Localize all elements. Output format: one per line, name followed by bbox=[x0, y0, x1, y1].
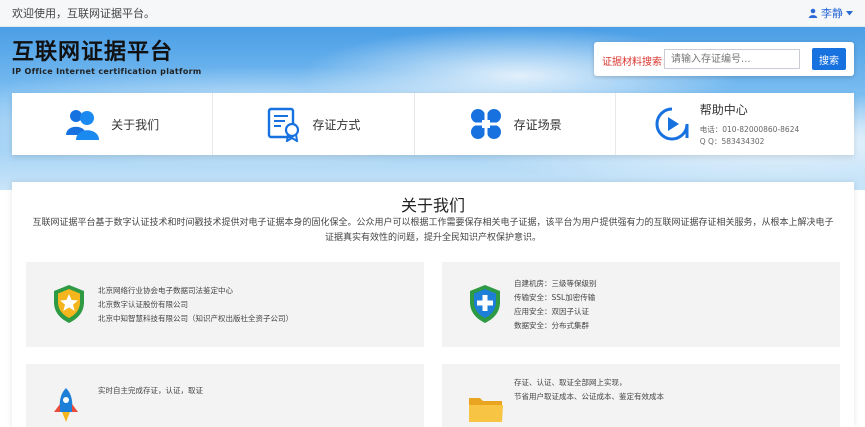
user-icon bbox=[808, 8, 818, 18]
card-line: 应用安全：双因子认证 bbox=[514, 307, 589, 316]
search-panel: 证据材料搜索： 搜索 bbox=[594, 42, 854, 76]
card-online: 存证、认证、取证全部网上实现， 节省用户取证成本、公证成本、鉴定有效成本 bbox=[442, 364, 840, 427]
about-section: 关于我们 互联网证据平台基于数字认证技术和时间戳技术提供对电子证据本身的固化保全… bbox=[12, 182, 854, 427]
card-line: 北京数字认证股份有限公司 bbox=[98, 300, 188, 309]
nav-item-methods[interactable]: 存证方式 bbox=[213, 93, 415, 155]
nav-item-scenarios[interactable]: 存证场景 bbox=[415, 93, 616, 155]
help-phone: 电话：010-82000860-8624 bbox=[699, 124, 800, 134]
help-title: 帮助中心 bbox=[699, 102, 748, 117]
card-line: 存证、认证、取证全部网上实现， bbox=[514, 378, 627, 387]
logo-title: 互联网证据平台 bbox=[12, 39, 174, 65]
shield-star-icon bbox=[54, 285, 84, 323]
card-line: 自建机房：三级等保级别 bbox=[514, 279, 597, 288]
logo[interactable]: 互联网证据平台 IP Office Internet certification… bbox=[12, 34, 202, 76]
username: 李静 bbox=[821, 7, 843, 20]
search-input[interactable] bbox=[664, 49, 800, 69]
about-title: 关于我们 bbox=[400, 196, 465, 215]
nav-bar: 关于我们 存证方式 存证场景 帮助中心 电话：010-82000860-8624… bbox=[12, 93, 854, 155]
help-info: 帮助中心 电话：010-82000860-8624 Q Q：583434302 bbox=[700, 101, 800, 148]
card-partners: 北京网络行业协会电子数据司法鉴定中心 北京数字认证股份有限公司 北京中知智慧科技… bbox=[26, 262, 424, 347]
folder-icon bbox=[469, 398, 503, 422]
card-line: 节省用户取证成本、公证成本、鉴定有效成本 bbox=[514, 392, 664, 401]
nav-label: 存证场景 bbox=[513, 117, 562, 132]
shield-plus-icon bbox=[470, 285, 500, 323]
card-lines: 存证、认证、取证全部网上实现， 节省用户取证成本、公证成本、鉴定有效成本 bbox=[514, 376, 664, 404]
caret-down-icon bbox=[846, 10, 853, 15]
card-line: 数据安全：分布式集群 bbox=[514, 321, 589, 330]
rocket-icon bbox=[54, 388, 78, 422]
card-realtime: 实时自主完成存证，认证，取证 bbox=[26, 364, 424, 427]
play-icon bbox=[655, 107, 689, 141]
logo-subtitle: IP Office Internet certification platfor… bbox=[12, 67, 202, 76]
card-line: 北京网络行业协会电子数据司法鉴定中心 bbox=[98, 286, 233, 295]
help-qq: Q Q：583434302 bbox=[699, 136, 765, 146]
nav-label: 存证方式 bbox=[312, 117, 361, 132]
search-label: 证据材料搜索： bbox=[602, 57, 672, 68]
search-button[interactable]: 搜索 bbox=[812, 48, 846, 70]
card-lines: 自建机房：三级等保级别 传输安全：SSL加密传输 应用安全：双因子认证 数据安全… bbox=[514, 277, 597, 333]
card-line: 实时自主完成存证，认证，取证 bbox=[98, 386, 203, 395]
card-line: 传输安全：SSL加密传输 bbox=[514, 293, 596, 302]
grid-icon bbox=[467, 106, 504, 142]
card-line: 北京中知智慧科技有限公司（知识产权出版社全资子公司） bbox=[98, 314, 293, 323]
nav-item-help[interactable]: 帮助中心 电话：010-82000860-8624 Q Q：583434302 bbox=[616, 93, 854, 155]
top-bar: 欢迎使用，互联网证据平台。 李静 bbox=[0, 0, 865, 27]
card-security: 自建机房：三级等保级别 传输安全：SSL加密传输 应用安全：双因子认证 数据安全… bbox=[442, 262, 840, 347]
nav-label: 关于我们 bbox=[111, 117, 160, 132]
users-icon bbox=[66, 110, 100, 140]
nav-item-about[interactable]: 关于我们 bbox=[12, 93, 214, 155]
user-menu[interactable]: 李静 bbox=[808, 5, 853, 21]
certificate-icon bbox=[268, 107, 300, 142]
card-lines: 北京网络行业协会电子数据司法鉴定中心 北京数字认证股份有限公司 北京中知智慧科技… bbox=[98, 284, 293, 326]
card-lines: 实时自主完成存证，认证，取证 bbox=[98, 384, 203, 398]
about-description: 互联网证据平台基于数字认证技术和时间戳技术提供对电子证据本身的固化保全。公众用户… bbox=[32, 218, 834, 243]
welcome-text: 欢迎使用，互联网证据平台。 bbox=[12, 7, 155, 20]
